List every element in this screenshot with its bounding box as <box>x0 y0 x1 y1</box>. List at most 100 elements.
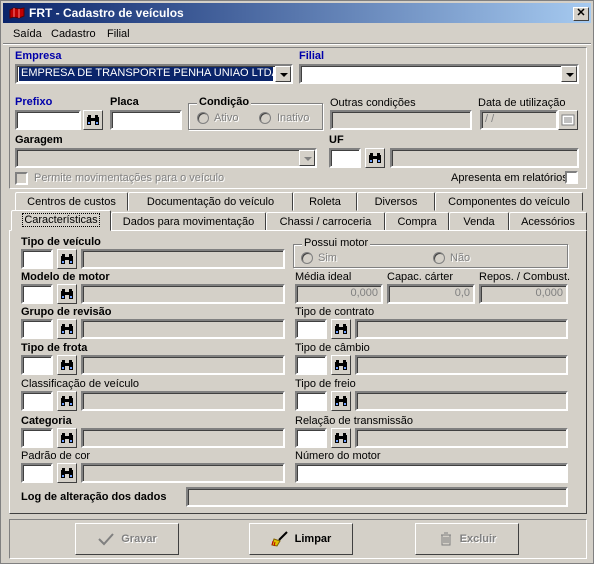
media-ideal-value: 0,000 <box>350 287 378 299</box>
tipo-veiculo-search-button[interactable] <box>57 249 77 269</box>
relacao-transmissao-description <box>355 428 568 448</box>
tab-compra[interactable]: Compra <box>385 212 449 231</box>
tipo-frota-search-button[interactable] <box>57 355 77 375</box>
capac-carter-field: 0,0 <box>387 284 475 304</box>
sim-label: Sim <box>318 252 337 264</box>
chevron-down-icon[interactable] <box>299 150 315 166</box>
tab-label: Roleta <box>309 196 341 208</box>
binoculars-icon <box>335 360 347 370</box>
data-label: Data de utilização <box>478 97 566 109</box>
prefixo-search-button[interactable] <box>83 110 103 130</box>
numero-motor-input[interactable] <box>295 463 568 483</box>
data-utilizacao-field[interactable]: / / <box>480 110 558 130</box>
tipo-freio-input[interactable] <box>295 391 327 411</box>
modelo-motor-search-button[interactable] <box>57 284 77 304</box>
grupo-revisao-search-button[interactable] <box>57 319 77 339</box>
padrao-cor-input[interactable] <box>21 463 53 483</box>
tab-caracteristicas[interactable]: Características <box>11 210 111 231</box>
menu-saida[interactable]: Saída <box>13 28 42 40</box>
tab-venda[interactable]: Venda <box>449 212 509 231</box>
tipo-contrato-label: Tipo de contrato <box>295 306 375 318</box>
sim-radio[interactable] <box>301 252 313 264</box>
tab-label: Compra <box>397 216 437 228</box>
tipo-contrato-description <box>355 319 568 339</box>
classificacao-description <box>81 391 285 411</box>
uf-input[interactable] <box>329 148 361 168</box>
broom-icon <box>271 531 288 547</box>
chevron-down-icon[interactable] <box>275 66 291 82</box>
empresa-select[interactable]: EMPRESA DE TRANSPORTE PENHA UNIAO LTDA <box>15 64 293 84</box>
media-ideal-label: Média ideal <box>295 271 352 283</box>
tab-roleta[interactable]: Roleta <box>293 192 357 211</box>
tipo-frota-description <box>81 355 285 375</box>
close-button[interactable]: ✕ <box>573 7 589 21</box>
media-ideal-field: 0,000 <box>295 284 383 304</box>
tab-dados-movimentacao[interactable]: Dados para movimentação <box>111 212 266 231</box>
tipo-frota-input[interactable] <box>21 355 53 375</box>
tipo-veiculo-label: Tipo de veículo <box>21 236 101 248</box>
modelo-motor-description <box>81 284 285 304</box>
relacao-transmissao-search-button[interactable] <box>331 428 351 448</box>
log-alteracao-label: Log de alteração dos dados <box>21 491 167 503</box>
tipo-cambio-input[interactable] <box>295 355 327 375</box>
permite-label: Permite movimentações para o veículo <box>34 172 225 184</box>
tipo-freio-search-button[interactable] <box>331 391 351 411</box>
placa-input[interactable] <box>110 110 182 130</box>
nao-radio[interactable] <box>433 252 445 264</box>
binoculars-icon <box>61 289 73 299</box>
tipo-cambio-label: Tipo de câmbio <box>295 342 370 354</box>
inativo-radio[interactable] <box>259 112 271 124</box>
tab-chassi[interactable]: Chassi / carroceria <box>266 212 385 231</box>
tipo-contrato-search-button[interactable] <box>331 319 351 339</box>
excluir-button[interactable]: Excluir <box>415 523 519 555</box>
modelo-motor-label: Modelo de motor <box>21 271 110 283</box>
categoria-input[interactable] <box>21 428 53 448</box>
apresenta-checkbox[interactable] <box>565 171 578 184</box>
apresenta-label: Apresenta em relatórios <box>451 172 568 184</box>
permite-checkbox[interactable] <box>15 172 28 185</box>
possui-motor-label: Possui motor <box>302 237 371 249</box>
tab-documentacao[interactable]: Documentação do veículo <box>128 192 293 211</box>
binoculars-icon <box>369 153 381 163</box>
limpar-button[interactable]: Limpar <box>249 523 353 555</box>
outras-condicoes-field <box>330 110 472 130</box>
repos-combust-field: 0,000 <box>479 284 568 304</box>
tab-diversos[interactable]: Diversos <box>357 192 435 211</box>
categoria-description <box>81 428 285 448</box>
padrao-cor-search-button[interactable] <box>57 463 77 483</box>
binoculars-icon <box>335 433 347 443</box>
grupo-revisao-label: Grupo de revisão <box>21 306 112 318</box>
categoria-search-button[interactable] <box>57 428 77 448</box>
tipo-contrato-input[interactable] <box>295 319 327 339</box>
repos-combust-label: Repos. / Combust. <box>479 271 571 283</box>
gravar-button[interactable]: Gravar <box>75 523 179 555</box>
modelo-motor-input[interactable] <box>21 284 53 304</box>
calendar-button[interactable] <box>558 110 578 130</box>
repos-combust-value: 0,000 <box>535 287 563 299</box>
filial-label: Filial <box>299 50 325 62</box>
uf-search-button[interactable] <box>365 148 385 168</box>
classificacao-search-button[interactable] <box>57 391 77 411</box>
limpar-label: Limpar <box>294 533 332 545</box>
binoculars-icon <box>87 115 99 125</box>
garagem-select[interactable] <box>15 148 317 168</box>
grupo-revisao-input[interactable] <box>21 319 53 339</box>
tab-label: Diversos <box>374 196 418 208</box>
chevron-down-icon[interactable] <box>561 66 577 82</box>
ativo-label: Ativo <box>214 112 239 124</box>
relacao-transmissao-input[interactable] <box>295 428 327 448</box>
menu-cadastro[interactable]: Cadastro <box>51 28 96 40</box>
tipo-veiculo-input[interactable] <box>21 249 53 269</box>
filial-select[interactable] <box>299 64 579 84</box>
classificacao-input[interactable] <box>21 391 53 411</box>
tab-componentes[interactable]: Componentes do veículo <box>435 192 583 211</box>
prefixo-input[interactable] <box>15 110 81 130</box>
uf-description-field <box>390 148 579 168</box>
classificacao-label: Classificação de veículo <box>21 378 140 390</box>
tab-label: Componentes do veículo <box>448 196 570 208</box>
menu-filial[interactable]: Filial <box>107 28 130 40</box>
tipo-cambio-search-button[interactable] <box>331 355 351 375</box>
tab-centros-custos[interactable]: Centros de custos <box>15 192 128 211</box>
tab-acessorios[interactable]: Acessórios <box>509 212 587 231</box>
ativo-radio[interactable] <box>197 112 209 124</box>
